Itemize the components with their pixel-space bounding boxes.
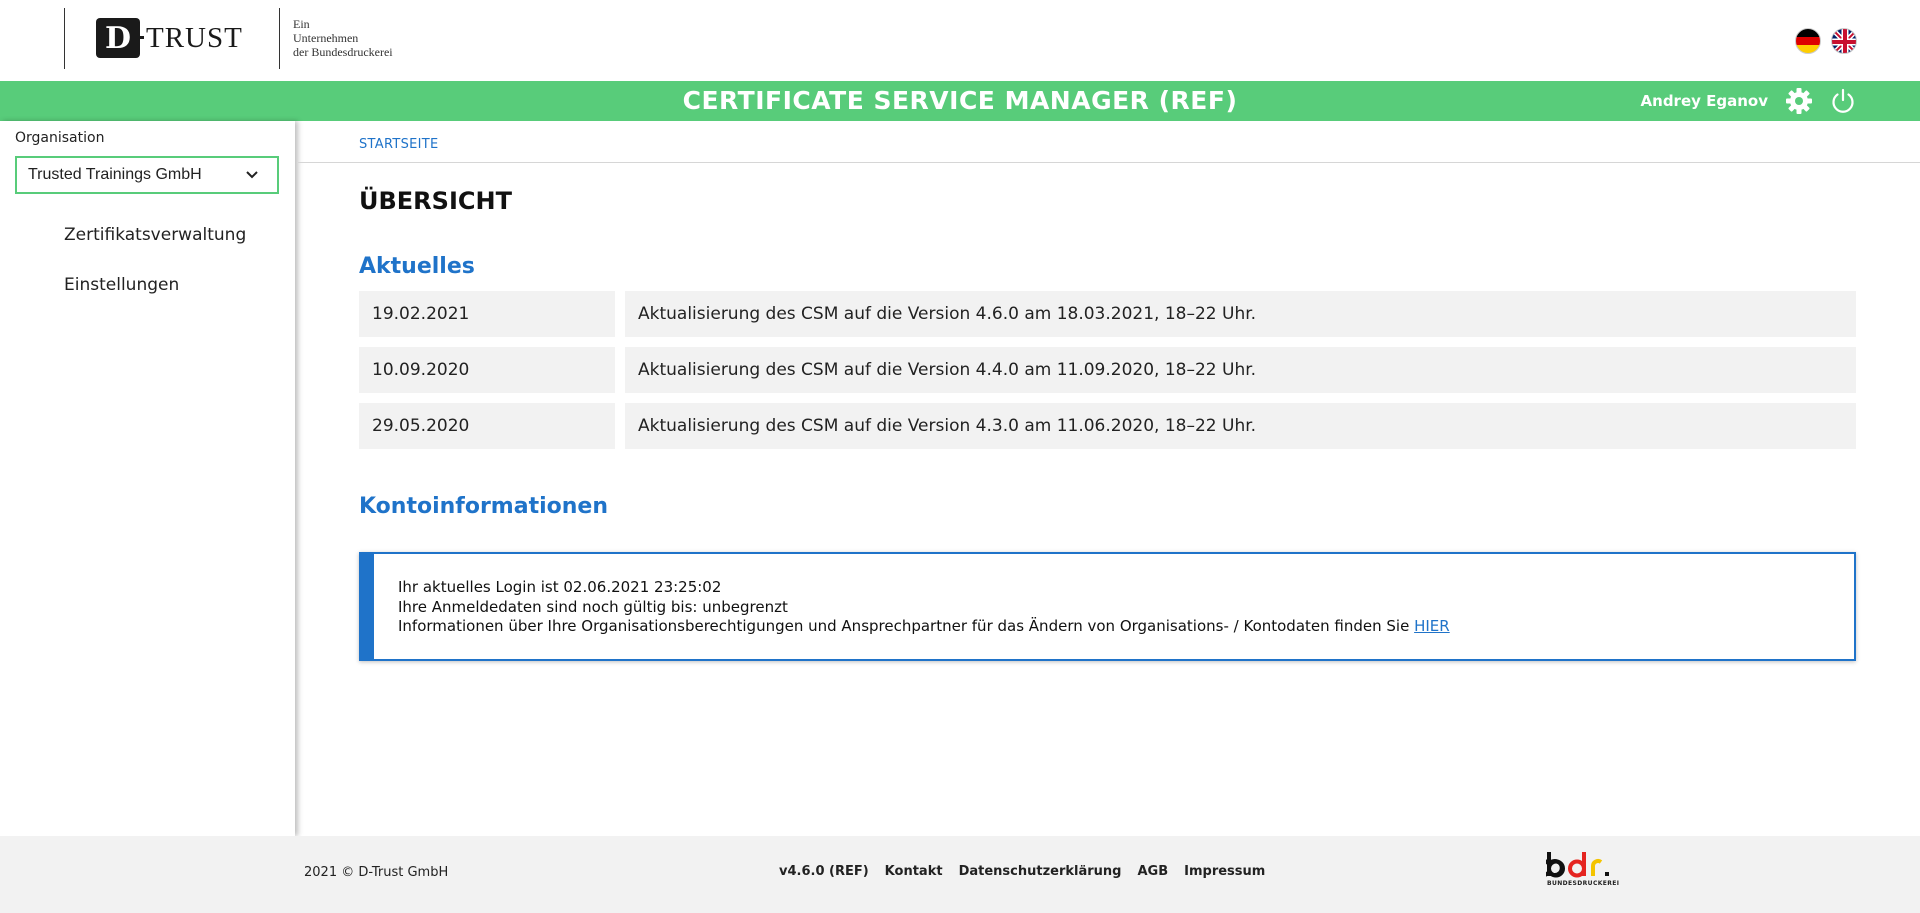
- uk-flag-icon[interactable]: [1831, 28, 1857, 54]
- breadcrumb-divider: [298, 162, 1920, 163]
- account-heading: Kontoinformationen: [359, 494, 608, 519]
- tagline-line: Ein: [293, 17, 310, 31]
- tagline-line: der Bundesdruckerei: [293, 45, 393, 59]
- footer-link-kontakt[interactable]: Kontakt: [885, 864, 943, 879]
- account-info-box: Ihr aktuelles Login ist 02.06.2021 23:25…: [359, 552, 1856, 661]
- news-date: 19.02.2021: [359, 291, 615, 337]
- footer-link-agb[interactable]: AGB: [1137, 864, 1168, 879]
- footer-link-impressum[interactable]: Impressum: [1184, 864, 1265, 879]
- bdr-subtitle: BUNDESDRUCKEREI: [1547, 880, 1620, 887]
- title-bar: CERTIFICATE SERVICE MANAGER (REF) Andrey…: [0, 81, 1920, 121]
- news-text: Aktualisierung des CSM auf die Version 4…: [625, 347, 1856, 393]
- organisation-info-text: Informationen über Ihre Organisationsber…: [398, 617, 1854, 637]
- footer-link-datenschutz[interactable]: Datenschutzerklärung: [959, 864, 1122, 879]
- language-switch: [1795, 28, 1857, 54]
- sidebar-item-einstellungen[interactable]: Einstellungen: [64, 275, 179, 295]
- tagline-line: Unternehmen: [293, 31, 359, 45]
- gear-icon[interactable]: [1785, 87, 1813, 115]
- app-title: CERTIFICATE SERVICE MANAGER (REF): [682, 86, 1238, 115]
- organisation-selected-value: Trusted Trainings GmbH: [28, 166, 202, 183]
- news-date: 29.05.2020: [359, 403, 615, 449]
- news-text: Aktualisierung des CSM auf die Version 4…: [625, 403, 1856, 449]
- power-icon[interactable]: [1829, 87, 1857, 115]
- last-login-text: Ihr aktuelles Login ist 02.06.2021 23:25…: [398, 578, 722, 596]
- news-row: 29.05.2020 Aktualisierung des CSM auf di…: [359, 403, 1856, 449]
- german-flag-icon[interactable]: [1795, 28, 1821, 54]
- news-text: Aktualisierung des CSM auf die Version 4…: [625, 291, 1856, 337]
- d-trust-logo[interactable]: D TRUST: [96, 18, 243, 58]
- footer: 2021 © D-Trust GmbH v4.6.0 (REF) Kontakt…: [0, 836, 1920, 913]
- tagline: Ein Unternehmen der Bundesdruckerei: [293, 17, 393, 59]
- news-row: 19.02.2021 Aktualisierung des CSM auf di…: [359, 291, 1856, 337]
- page-title: ÜBERSICHT: [359, 187, 512, 215]
- sidebar-item-zertifikatsverwaltung[interactable]: Zertifikatsverwaltung: [64, 225, 246, 245]
- organisation-label: Organisation: [15, 130, 105, 146]
- breadcrumb[interactable]: STARTSEITE: [359, 137, 439, 152]
- copyright: 2021 © D-Trust GmbH: [304, 865, 449, 880]
- sidebar: Organisation Trusted Trainings GmbH Zert…: [0, 121, 295, 836]
- header-divider: [64, 8, 65, 69]
- news-heading: Aktuelles: [359, 254, 475, 279]
- chevron-down-icon: [246, 171, 258, 179]
- version-label: v4.6.0 (REF): [779, 864, 869, 879]
- header-divider: [279, 8, 280, 69]
- user-name[interactable]: Andrey Eganov: [1641, 81, 1768, 121]
- news-date: 10.09.2020: [359, 347, 615, 393]
- footer-links: v4.6.0 (REF) Kontakt Datenschutzerklärun…: [779, 864, 1265, 879]
- organisation-select[interactable]: Trusted Trainings GmbH: [15, 156, 279, 194]
- hier-link[interactable]: HIER: [1414, 617, 1450, 635]
- top-header: D TRUST Ein Unternehmen der Bundesdrucke…: [0, 0, 1920, 81]
- logo-text: TRUST: [146, 21, 243, 54]
- organisation-info-sentence: Informationen über Ihre Organisationsber…: [398, 617, 1410, 635]
- credentials-valid-text: Ihre Anmeldedaten sind noch gültig bis: …: [398, 597, 788, 616]
- logo-mark: D: [96, 18, 144, 58]
- news-row: 10.09.2020 Aktualisierung des CSM auf di…: [359, 347, 1856, 393]
